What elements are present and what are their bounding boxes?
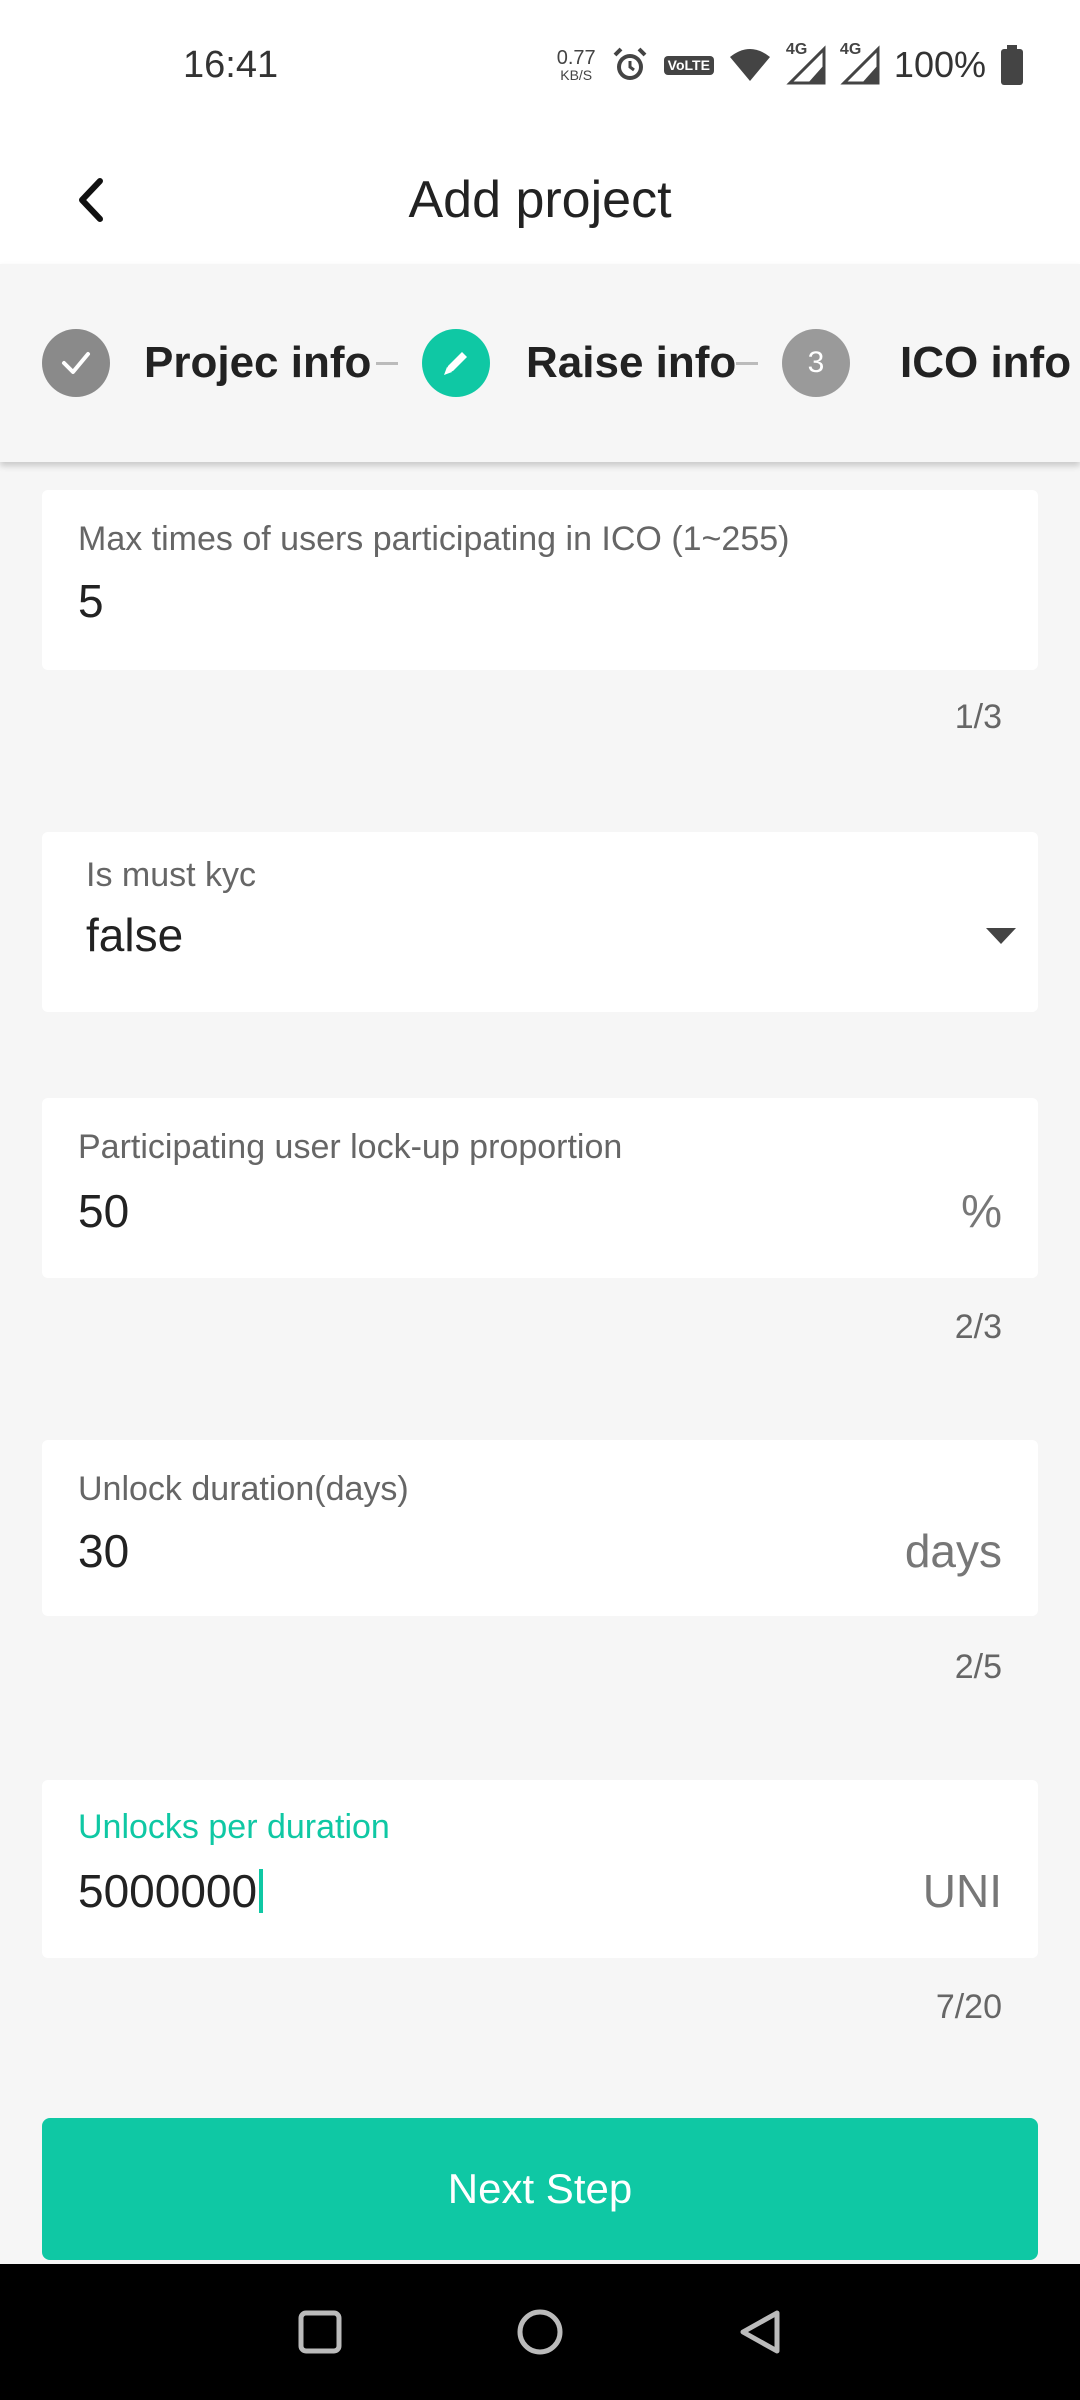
step-project-info: Projec info xyxy=(42,328,371,398)
progress-stepper: Projec info Raise info 3 ICO info xyxy=(0,264,1080,462)
step-number-badge: 3 xyxy=(782,329,850,397)
max-times-input[interactable]: 5 xyxy=(78,574,104,628)
status-icons: 0.77 KB/S Vo LTE 4G 4G 100% xyxy=(557,40,1024,90)
max-times-field[interactable]: Max times of users participating in ICO … xyxy=(42,490,1038,670)
lockup-proportion-field[interactable]: Participating user lock-up proportion 50… xyxy=(42,1098,1038,1278)
volte-top-text: Vo xyxy=(667,56,685,73)
back-nav-button[interactable] xyxy=(730,2302,790,2362)
back-button[interactable] xyxy=(50,160,130,240)
max-times-label: Max times of users participating in ICO … xyxy=(78,520,790,558)
alarm-icon xyxy=(610,45,650,85)
app-header: Add project xyxy=(0,136,1080,264)
kyc-label: Is must kyc xyxy=(86,856,257,894)
lockup-proportion-counter: 2/3 xyxy=(954,1308,1002,1346)
network-speed-unit: KB/S xyxy=(560,67,593,83)
unlocks-per-duration-field[interactable]: Unlocks per duration 5000000 UNI xyxy=(42,1780,1038,1958)
unlock-duration-counter: 2/5 xyxy=(954,1648,1002,1686)
square-icon xyxy=(298,2310,342,2354)
pencil-icon xyxy=(422,329,490,397)
page-title: Add project xyxy=(408,171,672,229)
network-speed: 0.77 KB/S xyxy=(557,48,596,82)
volte-icon: Vo LTE xyxy=(663,55,714,75)
step-label-raise-info: Raise info xyxy=(526,338,737,387)
unlocks-per-duration-value: 5000000 xyxy=(78,1865,258,1917)
max-times-counter: 1/3 xyxy=(954,698,1002,736)
triangle-back-icon xyxy=(740,2310,780,2354)
lockup-proportion-input[interactable]: 50 xyxy=(78,1184,129,1238)
dropdown-arrow-icon xyxy=(986,928,1016,944)
circle-icon xyxy=(517,2309,563,2355)
check-icon xyxy=(42,329,110,397)
wifi-icon xyxy=(728,47,772,83)
unlocks-per-duration-input[interactable]: 5000000 xyxy=(78,1864,264,1918)
step-label-ico-info: ICO info xyxy=(900,338,1072,387)
step-ico-info: 3 ICO info xyxy=(782,328,1071,398)
next-step-button[interactable]: Next Step xyxy=(42,2118,1038,2260)
network-type-1: 4G xyxy=(785,41,808,58)
unlocks-per-duration-label: Unlocks per duration xyxy=(78,1808,390,1846)
battery-percent: 100% xyxy=(893,44,986,85)
unlocks-per-duration-counter: 7/20 xyxy=(935,1988,1002,2026)
network-type-2: 4G xyxy=(839,41,862,58)
volte-bottom-text: LTE xyxy=(684,56,710,73)
unlock-duration-field[interactable]: Unlock duration(days) 30 days xyxy=(42,1440,1038,1616)
unlocks-per-duration-suffix: UNI xyxy=(922,1865,1002,1917)
signal-icon-1: 4G xyxy=(786,41,826,85)
step-label-project-info: Projec info xyxy=(144,338,372,387)
step-separator xyxy=(736,362,758,365)
lockup-proportion-label: Participating user lock-up proportion xyxy=(78,1128,623,1166)
lockup-proportion-suffix: % xyxy=(961,1185,1002,1237)
kyc-select[interactable]: Is must kyc false xyxy=(42,832,1038,1012)
step-separator xyxy=(376,362,398,365)
step-raise-info: Raise info xyxy=(422,328,736,398)
unlock-duration-suffix: days xyxy=(904,1525,1002,1577)
kyc-value: false xyxy=(86,909,184,961)
signal-icon-2: 4G xyxy=(840,41,880,85)
recents-button[interactable] xyxy=(290,2302,350,2362)
text-cursor xyxy=(259,1869,264,1913)
home-button[interactable] xyxy=(510,2302,570,2362)
system-nav-bar xyxy=(0,2264,1080,2400)
unlock-duration-label: Unlock duration(days) xyxy=(78,1470,409,1508)
status-bar: 16:41 0.77 KB/S Vo LTE 4G 4G 100% xyxy=(0,0,1080,136)
unlock-duration-input[interactable]: 30 xyxy=(78,1524,129,1578)
network-speed-value: 0.77 xyxy=(556,47,596,69)
back-arrow-icon xyxy=(79,178,103,222)
battery-icon xyxy=(1000,45,1024,85)
status-time: 16:41 xyxy=(183,44,279,86)
